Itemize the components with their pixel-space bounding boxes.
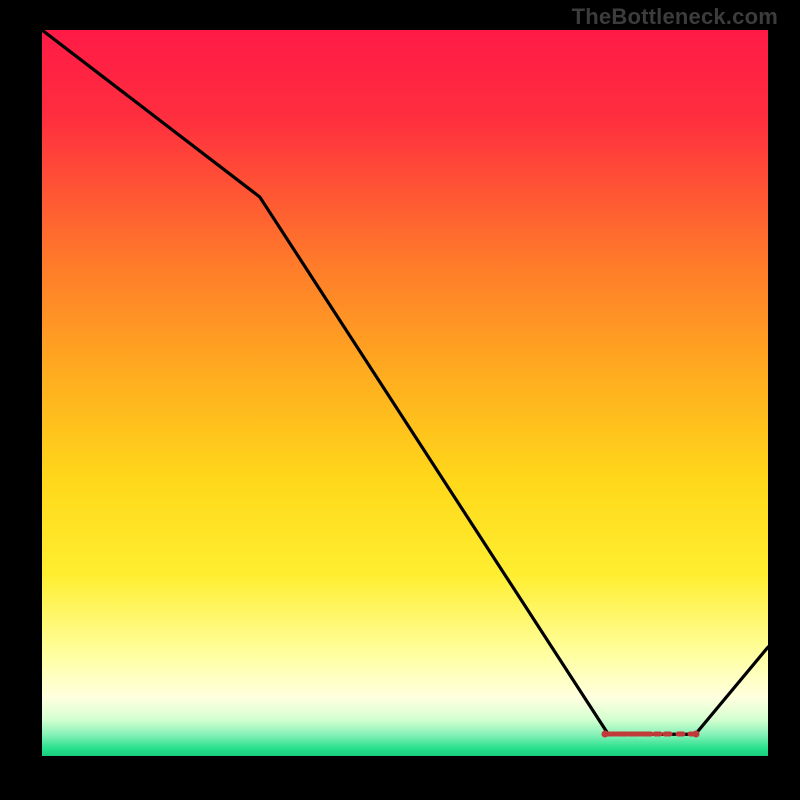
chart-frame: TheBottleneck.com xyxy=(0,0,800,800)
gradient-background xyxy=(42,30,768,756)
bottleneck-chart xyxy=(42,30,768,756)
chart-svg xyxy=(42,30,768,756)
watermark-text: TheBottleneck.com xyxy=(572,4,778,30)
